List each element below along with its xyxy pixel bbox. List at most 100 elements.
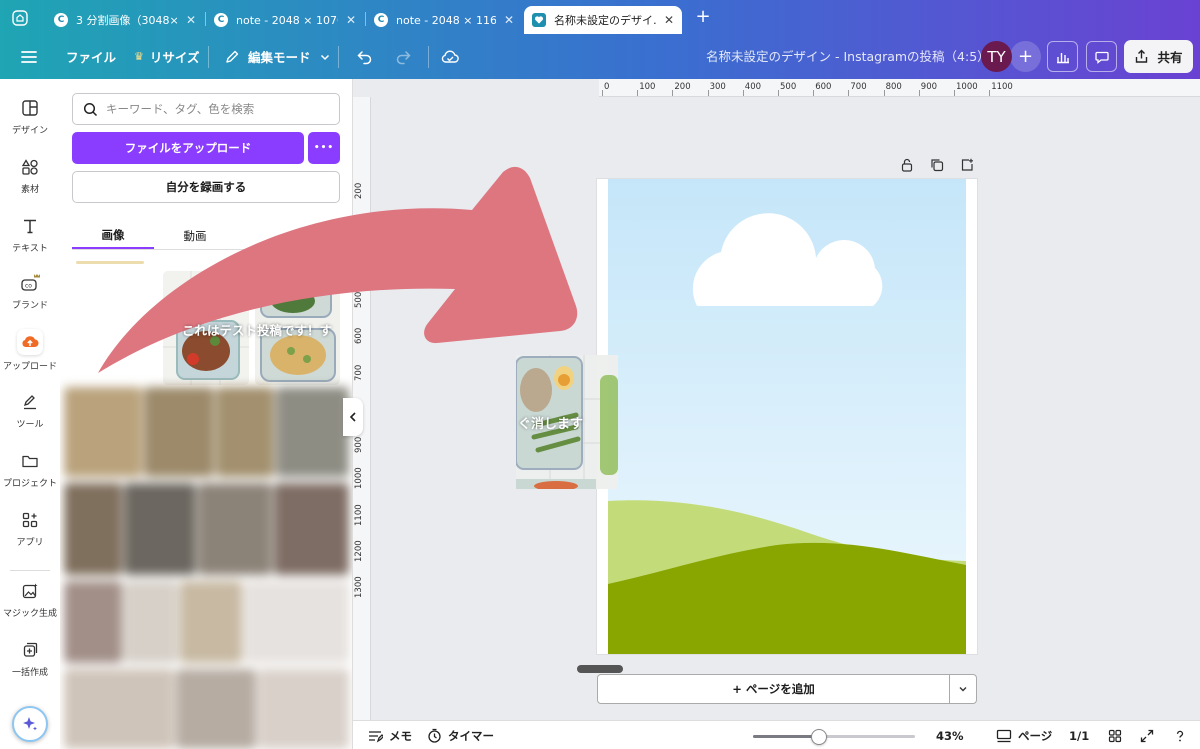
landscape-illustration	[608, 179, 966, 654]
rail-label: ツール	[16, 420, 44, 430]
file-menu-button[interactable]: ファイル	[66, 34, 116, 79]
zoom-slider[interactable]	[753, 729, 915, 745]
canvas-workspace[interactable]: 0 100 200 300 400 500 600 700 800 900 1000 1100 200…	[353, 79, 1200, 720]
rail-item-apps[interactable]: アプリ	[0, 509, 60, 548]
pages-view-button[interactable]: ページ	[996, 721, 1052, 749]
upload-files-button[interactable]: ファイルをアップロード	[72, 132, 304, 164]
notes-label: メモ	[389, 728, 412, 743]
insights-button[interactable]	[1047, 41, 1078, 72]
share-upload-icon	[1136, 49, 1148, 63]
pages-label: ページ	[1018, 728, 1053, 743]
ruler-tick	[954, 90, 955, 96]
close-tab-icon[interactable]: ✕	[186, 13, 196, 27]
lock-icon[interactable]	[898, 156, 916, 174]
add-page-icon[interactable]	[958, 156, 976, 174]
tab-title: note - 2048 × 1166px	[396, 13, 496, 27]
redo-button[interactable]	[394, 34, 412, 79]
expand-icon	[1140, 729, 1154, 742]
home-tab-icon[interactable]	[10, 8, 30, 28]
help-button[interactable]	[1173, 721, 1187, 749]
tab-videos[interactable]: 動画	[154, 223, 236, 249]
record-yourself-button[interactable]: 自分を録画する	[72, 171, 340, 203]
browser-tab[interactable]: C note - 2048 × 1166px ✕	[366, 6, 522, 34]
rail-item-projects[interactable]: プロジェクト	[0, 450, 60, 489]
ruler-label: 100	[639, 82, 656, 92]
zoom-percentage[interactable]: 43%	[936, 721, 964, 749]
rail-item-tools[interactable]: ツール	[0, 391, 60, 430]
pencil-icon	[226, 50, 239, 63]
ruler-tick	[813, 90, 815, 96]
rail-item-design[interactable]: デザイン	[0, 97, 60, 136]
ruler-label: 1100	[991, 82, 1013, 92]
magic-assistant-button[interactable]	[12, 706, 48, 742]
timer-icon	[428, 728, 441, 743]
rail-item-bulk-create[interactable]: 一括作成	[0, 639, 60, 678]
close-tab-icon[interactable]: ✕	[664, 13, 674, 27]
ruler-tick	[883, 90, 885, 96]
duplicate-page-icon[interactable]	[928, 156, 946, 174]
ruler-label: 200	[354, 182, 364, 199]
rail-label: ブランド	[11, 301, 48, 311]
menu-button[interactable]	[20, 34, 38, 79]
user-avatar[interactable]: TY	[981, 41, 1012, 72]
undo-icon	[357, 50, 372, 64]
add-page-button[interactable]: + ページを追加	[597, 674, 950, 704]
collapse-panel-button[interactable]	[343, 398, 363, 436]
ruler-label: 1000	[354, 467, 364, 490]
rail-item-brand[interactable]: co ブランド	[0, 272, 60, 311]
close-tab-icon[interactable]: ✕	[346, 13, 356, 27]
search-input[interactable]	[106, 102, 326, 116]
rail-item-magic-media[interactable]: マジック生成	[0, 580, 60, 619]
ruler-tick	[672, 90, 674, 96]
timer-button[interactable]: タイマー	[427, 721, 494, 749]
canva-heart-favicon-icon	[532, 13, 546, 27]
grid-view-button[interactable]	[1108, 721, 1122, 749]
browser-tab-bar: C 3 分割画像（3048×… ✕ C note - 2048 × 1076… …	[0, 0, 1200, 34]
dragged-image-caption: ぐ消します	[518, 417, 584, 432]
rail-item-text[interactable]: テキスト	[0, 215, 60, 254]
ruler-tick	[848, 90, 850, 96]
ruler-label: 1000	[956, 82, 978, 92]
image-strip	[256, 261, 340, 264]
notes-button[interactable]: メモ	[367, 721, 412, 749]
rail-item-uploads[interactable]: アップロード	[0, 329, 60, 372]
ruler-label: 1300	[354, 576, 364, 599]
horizontal-scrollbar[interactable]	[577, 665, 623, 673]
invite-button[interactable]: +	[1010, 41, 1041, 72]
browser-tab-active[interactable]: 名称未設定のデザイ… ✕	[524, 6, 682, 34]
cloud-check-icon	[441, 50, 459, 63]
browser-tab[interactable]: C note - 2048 × 1076… ✕	[206, 6, 364, 34]
rail-label: アプリ	[16, 538, 44, 548]
share-button[interactable]: 共有	[1124, 40, 1193, 73]
document-title[interactable]: 名称未設定のデザイン - Instagramの投稿（4:5）	[706, 34, 990, 79]
more-options-button[interactable]: •••	[308, 132, 340, 164]
tab-images[interactable]: 画像	[72, 223, 154, 249]
search-box[interactable]	[72, 93, 340, 125]
comments-button[interactable]	[1086, 41, 1117, 72]
undo-button[interactable]	[356, 34, 374, 79]
close-tab-icon[interactable]: ✕	[504, 13, 514, 27]
search-icon	[83, 102, 98, 116]
ruler-tick	[778, 90, 779, 96]
text-icon	[19, 215, 41, 237]
pages-icon	[996, 729, 1012, 742]
edit-mode-dropdown[interactable]: 編集モード	[224, 34, 331, 79]
browser-tab[interactable]: C 3 分割画像（3048×… ✕	[46, 6, 204, 34]
add-page-options[interactable]	[949, 674, 977, 704]
rail-label: アップロード	[2, 362, 57, 372]
chevron-down-icon	[959, 687, 967, 692]
fullscreen-button[interactable]	[1140, 721, 1154, 749]
ruler-label: 300	[709, 82, 726, 92]
share-label: 共有	[1157, 50, 1183, 65]
dragged-image[interactable]: ぐ消します	[516, 355, 618, 489]
zoom-slider-handle[interactable]	[811, 729, 828, 745]
tab-underline-divider	[72, 249, 340, 250]
cloud-save-status[interactable]	[440, 34, 460, 79]
left-rail: デザイン 素材 テキスト co ブランド アップロード ツール プロジェクト ア	[0, 79, 60, 749]
new-tab-button[interactable]: +	[694, 8, 712, 26]
rail-item-elements[interactable]: 素材	[0, 156, 60, 195]
apps-icon	[19, 509, 41, 531]
design-page[interactable]	[597, 179, 977, 654]
ruler-tick	[707, 90, 709, 96]
resize-button[interactable]: ♛ リサイズ	[134, 34, 200, 79]
